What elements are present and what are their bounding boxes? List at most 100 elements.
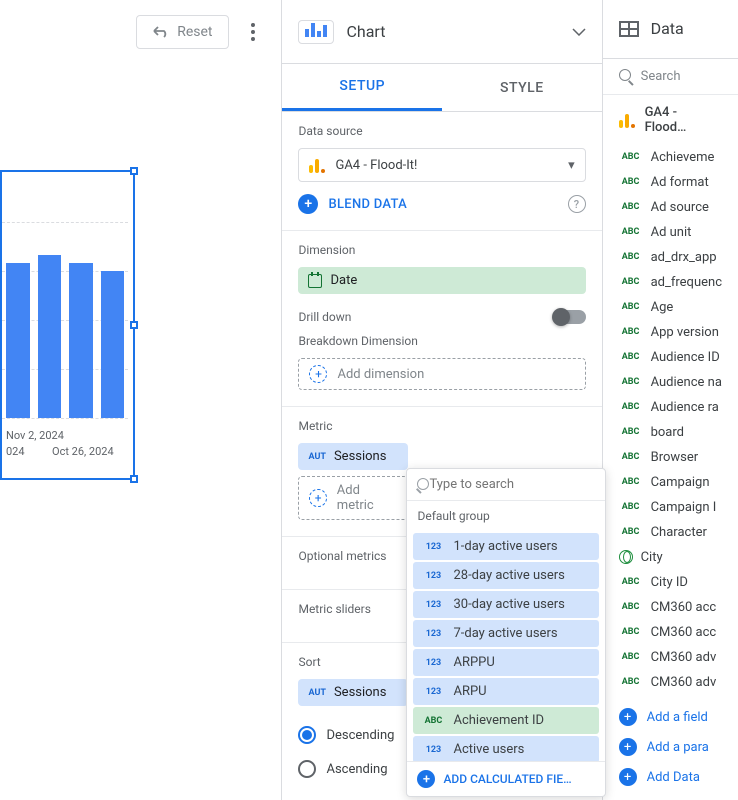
abc-type-icon: ABC	[619, 427, 643, 437]
ga4-icon	[309, 157, 325, 173]
data-source-select[interactable]: GA4 - Flood-It! ▾	[298, 148, 585, 182]
undo-icon	[153, 26, 169, 38]
drill-down-label: Drill down	[298, 310, 351, 324]
add-calculated-field-button[interactable]: + ADD CALCULATED FIE…	[407, 761, 605, 796]
field-picker-item[interactable]: 12330-day active users	[413, 591, 599, 618]
tab-setup[interactable]: SETUP	[282, 64, 442, 111]
field-list-item[interactable]: ABCAd format	[603, 170, 738, 195]
abc-type-icon: ABC	[619, 477, 643, 487]
field-list-item[interactable]: ABCCampaign I	[603, 495, 738, 520]
field-search-input[interactable]	[429, 477, 595, 492]
table-icon	[619, 21, 639, 37]
abc-type-icon: ABC	[619, 502, 643, 512]
field-list-item[interactable]: ABCCM360 adv	[603, 645, 738, 670]
abc-type-icon: ABC	[619, 452, 643, 462]
abc-type-icon: ABC	[619, 152, 643, 162]
search-icon	[619, 69, 633, 83]
field-group-label: Default group	[407, 501, 605, 531]
abc-type-icon: ABC	[619, 577, 643, 587]
field-picker-item[interactable]: ABCAchievement ID	[413, 707, 599, 734]
add-parameter-button[interactable]: +Add a para	[619, 732, 722, 762]
plus-icon: +	[619, 738, 637, 756]
field-list-item[interactable]: ABCboard	[603, 420, 738, 445]
panel-title: Chart	[346, 22, 559, 41]
resize-handle[interactable]	[130, 167, 138, 175]
blend-data-button[interactable]: BLEND DATA	[328, 197, 407, 212]
field-list-item[interactable]: ABCAd unit	[603, 220, 738, 245]
abc-type-icon: ABC	[619, 652, 643, 662]
field-list-item[interactable]: ABCCity ID	[603, 570, 738, 595]
plus-icon: +	[619, 768, 637, 786]
sort-field-chip[interactable]: AUT Sessions	[298, 679, 408, 706]
dimension-chip[interactable]: Date	[298, 267, 585, 294]
data-source-header[interactable]: GA4 - Flood…	[603, 95, 738, 145]
globe-icon	[619, 550, 633, 564]
tab-style[interactable]: STYLE	[442, 64, 602, 111]
abc-type-icon: ABC	[619, 227, 643, 237]
chart-bar	[38, 255, 62, 418]
reset-button[interactable]: Reset	[136, 15, 229, 49]
field-list-item[interactable]: ABCad_drx_app	[603, 245, 738, 270]
bar-chart-icon	[298, 20, 334, 44]
field-picker-item[interactable]: 1231-day active users	[413, 533, 599, 560]
field-list-item[interactable]: City	[603, 545, 738, 570]
abc-type-icon: ABC	[619, 252, 643, 262]
data-source-label: Data source	[298, 124, 585, 138]
field-list-item[interactable]: ABCBrowser	[603, 445, 738, 470]
add-field-button[interactable]: +Add a field	[619, 702, 722, 732]
field-list-item[interactable]: ABCAge	[603, 295, 738, 320]
add-dimension-button[interactable]: + Add dimension	[298, 358, 585, 390]
canvas-area: Reset Nov 2, 2024 024 Oct 26, 2024	[0, 0, 282, 800]
field-list-item[interactable]: ABCCampaign	[603, 470, 738, 495]
field-picker-popup: Default group 1231-day active users12328…	[406, 468, 606, 797]
ga4-icon	[619, 112, 635, 128]
chevron-down-icon[interactable]	[572, 28, 586, 36]
more-options-icon[interactable]	[237, 16, 269, 48]
breakdown-label: Breakdown Dimension	[298, 334, 585, 348]
chart-bar	[6, 263, 30, 418]
field-list-item[interactable]: ABCAudience ra	[603, 395, 738, 420]
metric-label: Metric	[298, 419, 585, 433]
add-metric-button[interactable]: + Add metric	[298, 476, 408, 520]
field-picker-item[interactable]: 12328-day active users	[413, 562, 599, 589]
field-picker-item[interactable]: 123ARPPU	[413, 649, 599, 676]
abc-type-icon: ABC	[619, 277, 643, 287]
field-list-item[interactable]: ABCAchieveme	[603, 145, 738, 170]
abc-type-icon: ABC	[619, 602, 643, 612]
dimension-label: Dimension	[298, 243, 585, 257]
resize-handle[interactable]	[130, 321, 138, 329]
field-list-item[interactable]: ABCCM360 acc	[603, 595, 738, 620]
search-icon	[417, 478, 421, 492]
field-list-item[interactable]: ABCAudience ID	[603, 345, 738, 370]
field-list-item[interactable]: ABCApp version	[603, 320, 738, 345]
abc-type-icon: ABC	[619, 402, 643, 412]
data-source-name: GA4 - Flood-It!	[335, 158, 417, 173]
field-picker-item[interactable]: 123ARPU	[413, 678, 599, 705]
field-list-item[interactable]: ABCCM360 adv	[603, 670, 738, 694]
abc-type-icon: ABC	[619, 527, 643, 537]
abc-type-icon: ABC	[619, 177, 643, 187]
field-picker-item[interactable]: 123Active users	[413, 736, 599, 761]
data-search-input[interactable]: Search	[603, 59, 738, 95]
abc-type-icon: ABC	[619, 302, 643, 312]
plus-icon: +	[619, 708, 637, 726]
plus-icon: +	[309, 365, 327, 383]
abc-type-icon: ABC	[619, 377, 643, 387]
plus-icon: +	[309, 489, 326, 507]
field-list-item[interactable]: ABCCM360 acc	[603, 620, 738, 645]
data-panel: Data Search GA4 - Flood… ABCAchievemeABC…	[603, 0, 738, 800]
help-icon[interactable]: ?	[568, 195, 586, 213]
chart-bar	[69, 263, 93, 418]
abc-type-icon: ABC	[619, 627, 643, 637]
add-data-button[interactable]: +Add Data	[619, 762, 722, 792]
field-list-item[interactable]: ABCad_frequenc	[603, 270, 738, 295]
field-list-item[interactable]: ABCAd source	[603, 195, 738, 220]
drill-down-toggle[interactable]	[554, 310, 586, 324]
reset-label: Reset	[177, 24, 212, 40]
metric-chip[interactable]: AUT Sessions	[298, 443, 408, 470]
selected-chart[interactable]: Nov 2, 2024 024 Oct 26, 2024	[0, 170, 135, 480]
field-list-item[interactable]: ABCAudience na	[603, 370, 738, 395]
field-picker-item[interactable]: 1237-day active users	[413, 620, 599, 647]
field-list-item[interactable]: ABCCharacter	[603, 520, 738, 545]
plus-icon: +	[298, 194, 318, 214]
